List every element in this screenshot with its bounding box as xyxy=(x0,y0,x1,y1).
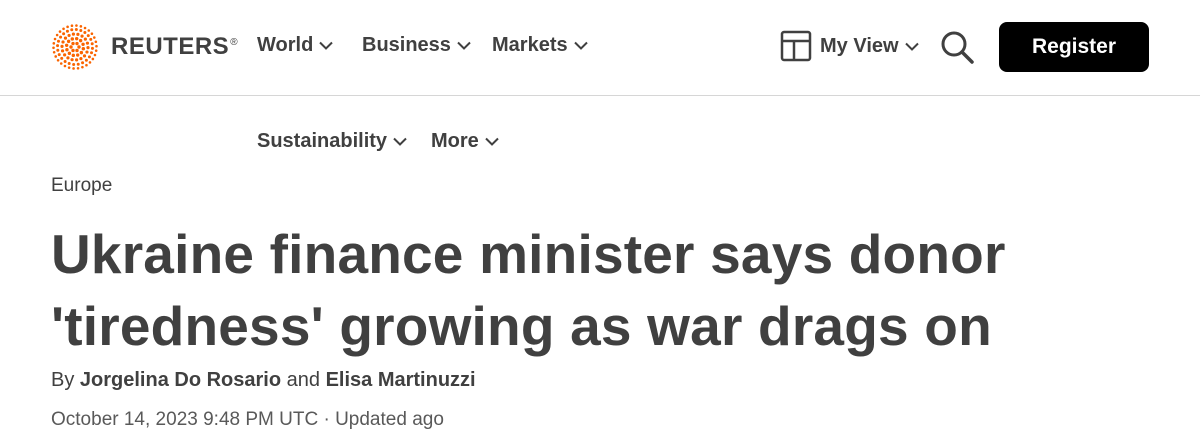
dateline: October 14, 2023 9:48 PM UTC · Updated a… xyxy=(51,409,444,431)
chevron-down-icon xyxy=(319,41,334,50)
article-headline: Ukraine finance minister says donor 'tir… xyxy=(51,223,1006,357)
nav-item-sustainability[interactable]: Sustainability xyxy=(257,130,407,153)
nav-item-business[interactable]: Business xyxy=(362,34,471,57)
nav-item-markets[interactable]: Markets xyxy=(492,34,588,57)
chevron-down-icon xyxy=(904,42,919,51)
author-link[interactable]: Jorgelina Do Rosario xyxy=(80,369,281,391)
updated-label: Updated ago xyxy=(335,409,444,430)
site-header: REUTERS® World Business Markets My View … xyxy=(0,0,1200,96)
nav-item-world[interactable]: World xyxy=(257,34,334,57)
chevron-down-icon xyxy=(573,41,588,50)
byline: By Jorgelina Do Rosario and Elisa Martin… xyxy=(51,369,476,392)
nav-item-more[interactable]: More xyxy=(431,130,499,153)
chevron-down-icon xyxy=(393,137,407,146)
chevron-down-icon xyxy=(457,41,471,50)
registered-mark: ® xyxy=(230,37,239,48)
nav-item-label: Markets xyxy=(492,34,568,56)
layout-icon xyxy=(780,30,812,62)
byline-prefix: By xyxy=(51,369,75,391)
author-link[interactable]: Elisa Martinuzzi xyxy=(326,369,476,391)
register-button[interactable]: Register xyxy=(999,22,1149,72)
publish-date: October 14, 2023 9:48 PM UTC xyxy=(51,409,319,430)
nav-item-label: World xyxy=(257,34,314,56)
my-view-label: My View xyxy=(820,34,899,57)
nav-item-label: Sustainability xyxy=(257,130,388,152)
reuters-logo-icon xyxy=(52,24,98,70)
my-view-button[interactable]: My View xyxy=(780,30,919,62)
chevron-down-icon xyxy=(485,137,499,146)
section-label[interactable]: Europe xyxy=(51,175,112,197)
logo-wordmark: REUTERS xyxy=(111,33,230,60)
nav-item-label: More xyxy=(431,130,479,152)
byline-joiner: and xyxy=(286,369,320,391)
date-separator: · xyxy=(323,409,330,430)
reuters-logo[interactable]: REUTERS® xyxy=(51,24,238,70)
nav-item-label: Business xyxy=(362,34,451,56)
search-icon[interactable] xyxy=(940,30,974,64)
